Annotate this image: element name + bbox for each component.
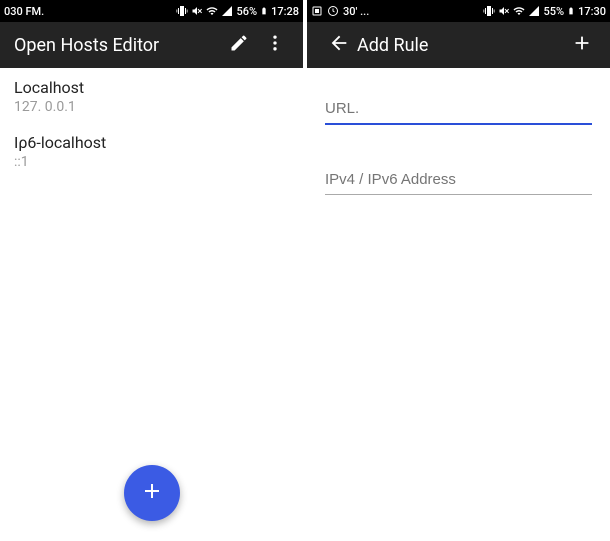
address-field-wrapper: [325, 165, 592, 195]
appbar: Add Rule: [307, 22, 610, 68]
pencil-icon: [229, 33, 249, 57]
clock-text: 17:28: [271, 5, 299, 18]
host-ip: 127. 0.0.1: [14, 99, 289, 115]
wifi-icon: [513, 5, 525, 17]
signal-icon: [221, 5, 233, 17]
edit-button[interactable]: [221, 27, 257, 63]
vibrate-icon: [176, 5, 188, 17]
content-area: Localhost 127. 0.0.1 Iρ6-localhost ::1: [0, 68, 303, 541]
battery-text: 55%: [543, 5, 564, 18]
status-left-text: 030 FM.: [4, 5, 44, 18]
clock-icon: [327, 5, 339, 17]
fab-add-button[interactable]: [124, 465, 180, 521]
wifi-icon: [206, 5, 218, 17]
screenshot-icon: [311, 5, 323, 17]
status-left-text: 30' ...: [343, 5, 369, 18]
vibrate-icon: [483, 5, 495, 17]
back-button[interactable]: [321, 27, 357, 63]
signal-icon: [528, 5, 540, 17]
phone-left: 030 FM. 56% 17:28 Open Hosts Editor: [0, 0, 303, 541]
app-title: Add Rule: [357, 35, 564, 56]
add-button[interactable]: [564, 27, 600, 63]
add-rule-form: [307, 68, 610, 261]
url-input[interactable]: [325, 94, 592, 125]
more-vert-icon: [265, 33, 285, 57]
host-name: Iρ6-localhost: [14, 133, 289, 152]
phone-right: 30' ... 55% 17:30: [307, 0, 610, 541]
content-area: [307, 68, 610, 541]
hosts-list: Localhost 127. 0.0.1 Iρ6-localhost ::1: [0, 68, 303, 198]
battery-icon: [567, 5, 575, 17]
statusbar: 030 FM. 56% 17:28: [0, 0, 303, 22]
app-title: Open Hosts Editor: [14, 35, 221, 56]
plus-icon: [140, 479, 164, 507]
host-ip: ::1: [14, 154, 289, 170]
mute-icon: [191, 5, 203, 17]
url-field-wrapper: [325, 94, 592, 125]
host-item[interactable]: Localhost 127. 0.0.1: [14, 78, 289, 115]
statusbar: 30' ... 55% 17:30: [307, 0, 610, 22]
appbar: Open Hosts Editor: [0, 22, 303, 68]
mute-icon: [498, 5, 510, 17]
host-item[interactable]: Iρ6-localhost ::1: [14, 133, 289, 170]
battery-icon: [260, 5, 268, 17]
clock-text: 17:30: [578, 5, 606, 18]
address-input[interactable]: [325, 165, 592, 195]
battery-text: 56%: [236, 5, 257, 18]
overflow-button[interactable]: [257, 27, 293, 63]
host-name: Localhost: [14, 78, 289, 97]
arrow-back-icon: [328, 32, 350, 58]
plus-icon: [571, 32, 593, 58]
